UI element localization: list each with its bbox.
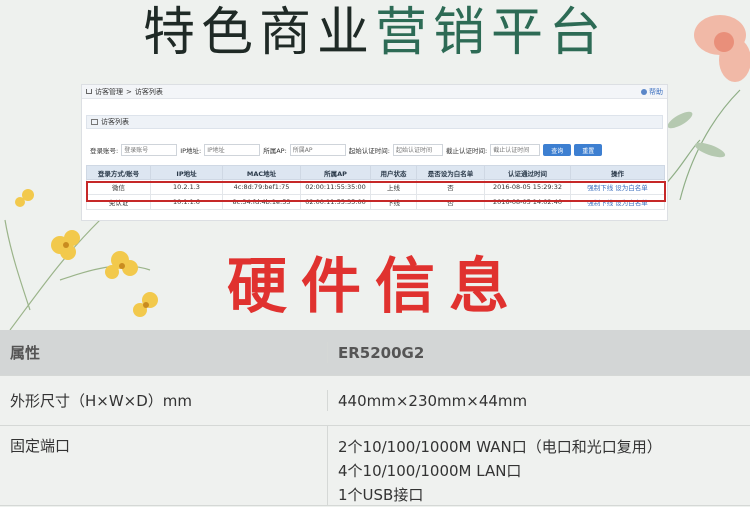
list-icon [91, 119, 98, 125]
col-ip: IP地址 [150, 165, 223, 180]
help-label: 帮助 [649, 87, 663, 96]
search-button[interactable]: 查询 [543, 144, 572, 156]
breadcrumb: 访客管理 > 访客列表 帮助 [82, 85, 667, 99]
section-title: 访客列表 [101, 118, 129, 126]
spec-header-value: ER5200G2 [338, 343, 425, 362]
filter-label-ip: IP地址: [180, 147, 202, 155]
help-link[interactable]: 帮助 [641, 87, 663, 97]
col-mac: MAC地址 [222, 165, 301, 180]
filter-start-time-input[interactable] [393, 144, 443, 156]
table-header-row: 登录方式/账号 IP地址 MAC地址 所属AP 用户状态 是否设为白名单 认证通… [86, 165, 665, 180]
col-auth-time: 认证通过时间 [484, 165, 571, 180]
spec-key: 外形尺寸（H×W×D）mm [0, 390, 328, 411]
filter-label-start-time: 起始认证时间: [348, 147, 390, 155]
spec-header-key: 属性 [0, 342, 328, 363]
filter-account-input[interactable] [121, 144, 178, 156]
help-icon [641, 88, 647, 95]
section-header: 访客列表 [86, 115, 663, 129]
col-whitelist: 是否设为白名单 [416, 165, 485, 180]
spec-table: 属性 ER5200G2 外形尺寸（H×W×D）mm 440mm×230mm×44… [0, 330, 750, 506]
spec-value-list: 2个10/100/1000M WAN口（电口和光口复用） 4个10/100/10… [328, 426, 750, 505]
col-status: 用户状态 [370, 165, 417, 180]
col-ap: 所属AP [300, 165, 371, 180]
filter-label-account: 登录账号: [90, 147, 119, 155]
spec-row-dimensions: 外形尺寸（H×W×D）mm 440mm×230mm×44mm [0, 376, 750, 426]
headline-part-1: 特色商业 [142, 3, 375, 63]
visitor-list-screenshot: 访客管理 > 访客列表 帮助 访客列表 登录账号: IP地址: 所属AP: 起始… [81, 84, 668, 221]
spec-row-ports: 固定端口 2个10/100/1000M WAN口（电口和光口复用） 4个10/1… [0, 426, 750, 506]
spec-value: 2个10/100/1000M WAN口（电口和光口复用） [338, 438, 662, 456]
breadcrumb-root[interactable]: 访客管理 [95, 87, 123, 97]
page-headline: 特色商业营销平台 [0, 2, 750, 64]
spec-value: 4个10/100/1000M LAN口 [338, 462, 522, 480]
headline-part-2: 营销平台 [375, 3, 608, 63]
section-title-hardware: 硬件信息 [227, 252, 523, 322]
spec-value: 1个USB接口 [338, 486, 424, 504]
filter-label-end-time: 截止认证时间: [446, 147, 488, 155]
col-actions: 操作 [570, 165, 665, 180]
highlight-frame [86, 181, 666, 202]
filter-ap-input[interactable] [289, 144, 346, 156]
filter-ip-input[interactable] [204, 144, 261, 156]
filter-bar: 登录账号: IP地址: 所属AP: 起始认证时间: 截止认证时间: 查询 重置 [90, 143, 664, 157]
filter-label-ap: 所属AP: [263, 147, 287, 155]
home-icon [86, 89, 92, 94]
breadcrumb-separator: > [126, 87, 132, 96]
breadcrumb-current: 访客列表 [134, 87, 163, 96]
spec-header-row: 属性 ER5200G2 [0, 330, 750, 376]
col-login: 登录方式/账号 [86, 165, 151, 180]
spec-value: 440mm×230mm×44mm [338, 391, 528, 410]
spec-key: 固定端口 [0, 426, 328, 505]
reset-button[interactable]: 重置 [574, 144, 603, 156]
filter-end-time-input[interactable] [490, 144, 541, 156]
